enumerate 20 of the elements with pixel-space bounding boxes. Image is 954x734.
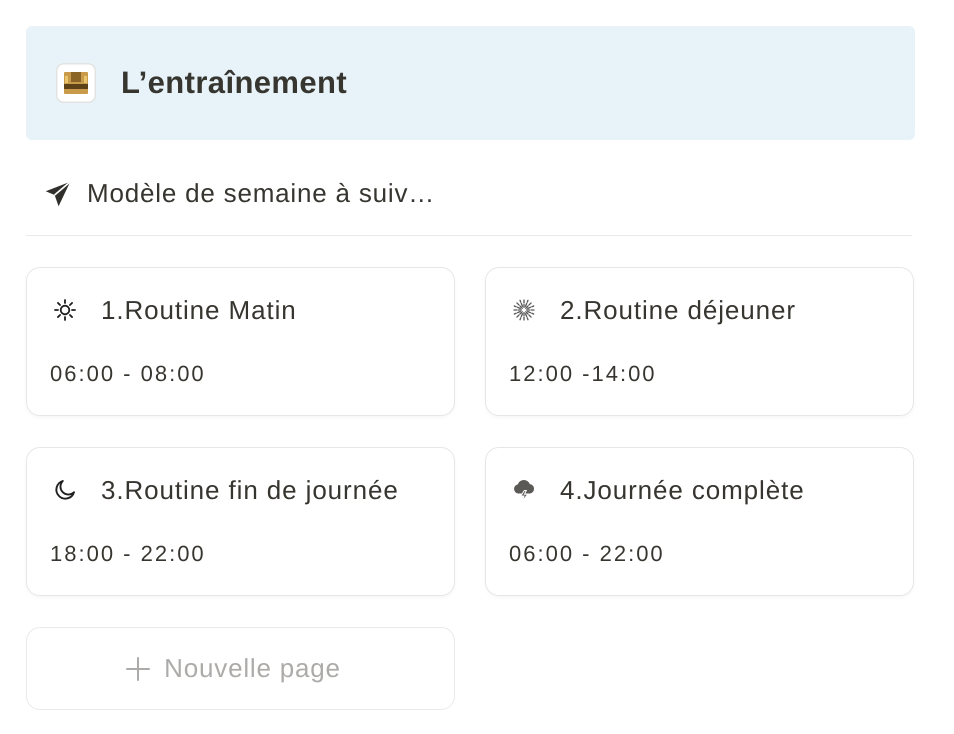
card-title: 4.Journée complète xyxy=(560,474,805,506)
card-title: 2.Routine déjeuner xyxy=(560,294,796,326)
starburst-icon xyxy=(512,298,536,322)
sun-icon xyxy=(53,298,77,322)
card-time: 06:00 - 22:00 xyxy=(509,541,666,567)
gallery-card[interactable]: 2.Routine déjeuner 12:00 -14:00 xyxy=(485,267,914,416)
view-tab[interactable]: Modèle de semaine à suiv… xyxy=(44,178,436,209)
card-time: 18:00 - 22:00 xyxy=(50,541,207,567)
gallery-card[interactable]: 3.Routine fin de journée 18:00 - 22:00 xyxy=(26,447,455,596)
card-title: 1.Routine Matin xyxy=(101,294,297,326)
paper-plane-icon xyxy=(44,180,72,208)
image-thumbnail-icon xyxy=(56,63,96,103)
gallery-card[interactable]: 4.Journée complète 06:00 - 22:00 xyxy=(485,447,914,596)
moon-icon xyxy=(53,478,77,502)
card-time: 06:00 - 08:00 xyxy=(50,361,207,387)
card-time: 12:00 -14:00 xyxy=(509,361,658,387)
card-title: 3.Routine fin de journée xyxy=(101,474,399,506)
callout-title: L’entraînement xyxy=(121,65,348,101)
gallery-card[interactable]: 1.Routine Matin 06:00 - 08:00 xyxy=(26,267,455,416)
plus-icon xyxy=(126,656,150,680)
